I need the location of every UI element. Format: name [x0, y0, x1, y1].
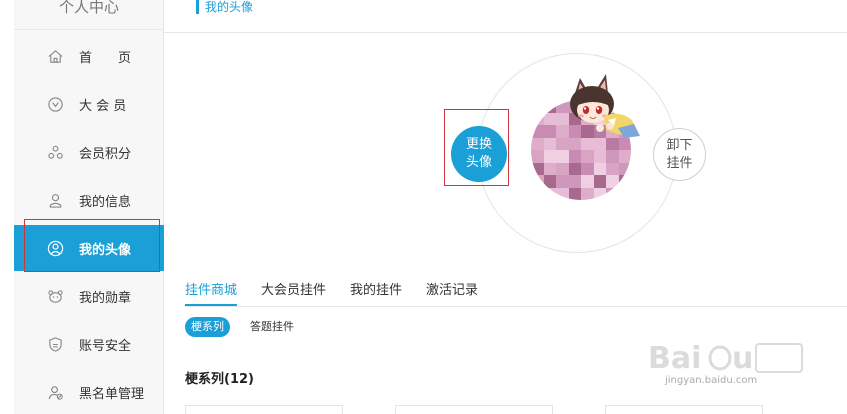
mosaic-tile — [606, 162, 619, 175]
mosaic-tile — [543, 150, 556, 163]
mosaic-tile — [606, 150, 619, 163]
mosaic-tile — [543, 112, 556, 125]
avatar-icon — [46, 239, 64, 257]
breadcrumb: 我的头像 — [196, 0, 253, 15]
tab-activation-records[interactable]: 激活记录 — [426, 280, 478, 306]
sidebar-item-label: 我的勋章 — [79, 290, 132, 306]
sidebar-item-info[interactable]: 我的信息 — [14, 177, 164, 223]
change-avatar-label-2: 头像 — [465, 155, 492, 170]
vip-icon — [46, 95, 64, 113]
pendant-subtabs: 梗系列 答题挂件 — [185, 317, 314, 337]
divider — [164, 32, 847, 33]
user-icon — [46, 191, 64, 209]
sidebar-item-label: 黑名单管理 — [79, 386, 145, 402]
mosaic-tile — [556, 175, 569, 188]
change-avatar-button[interactable]: 更换 头像 — [451, 126, 507, 182]
svg-text:Bai: Bai — [648, 341, 701, 376]
section-title: 梗系列(12) — [185, 372, 254, 387]
tab-pendant-shop[interactable]: 挂件商城 — [185, 280, 238, 306]
mosaic-tile — [543, 175, 556, 188]
pendant-card[interactable] — [185, 405, 343, 414]
sidebar-item-security[interactable]: 账号安全 — [14, 321, 164, 367]
change-avatar-label-1: 更换 — [465, 137, 492, 152]
mosaic-tile — [543, 137, 556, 150]
blacklist-icon — [46, 383, 64, 401]
remove-pendant-button[interactable]: 卸下 挂件 — [653, 128, 706, 181]
points-icon — [46, 143, 64, 161]
mosaic-tile — [556, 150, 569, 163]
pendant-image — [570, 74, 640, 138]
sidebar-item-label: 账号安全 — [79, 338, 132, 354]
sidebar-item-label: 我的头像 — [79, 242, 132, 258]
sidebar-item-label: 首 页 — [79, 50, 132, 66]
mosaic-tile — [618, 150, 631, 163]
subtab-quiz-pendants[interactable]: 答题挂件 — [244, 317, 300, 337]
mosaic-tile — [543, 162, 556, 175]
tab-my-pendants[interactable]: 我的挂件 — [350, 280, 402, 306]
home-icon — [46, 47, 64, 65]
watermark-text: jingyan.baidu.com — [665, 375, 758, 386]
sidebar-item-label: 会员积分 — [79, 146, 132, 162]
tabs-divider — [185, 306, 847, 307]
remove-pendant-label-2: 挂件 — [666, 155, 693, 171]
mosaic-tile — [581, 175, 594, 188]
sidebar-item-home[interactable]: 首 页 — [14, 33, 164, 79]
mosaic-tile — [593, 162, 606, 175]
mosaic-tile — [581, 162, 594, 175]
sidebar-item-label: 大 会 员 — [79, 98, 127, 114]
mosaic-tile — [581, 187, 594, 200]
pendant-card[interactable] — [395, 405, 553, 414]
sidebar: 个人中心 首 页 大 会 员 会员积分 我的信息 我的头像 我的勋章 账号安全 … — [14, 0, 164, 414]
subtab-meme-series[interactable]: 梗系列 — [185, 317, 230, 337]
watermark-logo: Bai u — [648, 341, 803, 376]
mosaic-tile — [531, 150, 544, 163]
pendant-tabs: 挂件商城 大会员挂件 我的挂件 激活记录 — [185, 280, 502, 306]
sidebar-item-vip[interactable]: 大 会 员 — [14, 81, 164, 127]
mosaic-tile — [593, 175, 606, 188]
mosaic-tile — [556, 162, 569, 175]
mosaic-tile — [581, 150, 594, 163]
sidebar-item-label: 我的信息 — [79, 194, 132, 210]
tab-vip-pendants[interactable]: 大会员挂件 — [261, 280, 326, 306]
sidebar-item-avatar[interactable]: 我的头像 — [14, 225, 164, 271]
sidebar-item-medal[interactable]: 我的勋章 — [14, 273, 164, 319]
medal-icon — [46, 287, 64, 305]
breadcrumb-bar — [196, 0, 199, 14]
sidebar-item-points[interactable]: 会员积分 — [14, 129, 164, 175]
page: 个人中心 首 页 大 会 员 会员积分 我的信息 我的头像 我的勋章 账号安全 … — [0, 0, 847, 414]
shield-icon — [46, 335, 64, 353]
sidebar-title: 个人中心 — [14, 0, 164, 30]
mosaic-tile — [543, 125, 556, 138]
mosaic-tile — [568, 187, 581, 200]
pendant-card[interactable] — [605, 405, 763, 414]
svg-text:u: u — [732, 341, 753, 376]
page-title: 我的头像 — [205, 0, 254, 14]
mosaic-tile — [568, 150, 581, 163]
sidebar-item-blacklist[interactable]: 黑名单管理 — [14, 369, 164, 414]
mosaic-tile — [531, 137, 544, 150]
mosaic-tile — [568, 175, 581, 188]
mosaic-tile — [593, 150, 606, 163]
mosaic-tile — [568, 162, 581, 175]
remove-pendant-label-1: 卸下 — [666, 137, 693, 153]
